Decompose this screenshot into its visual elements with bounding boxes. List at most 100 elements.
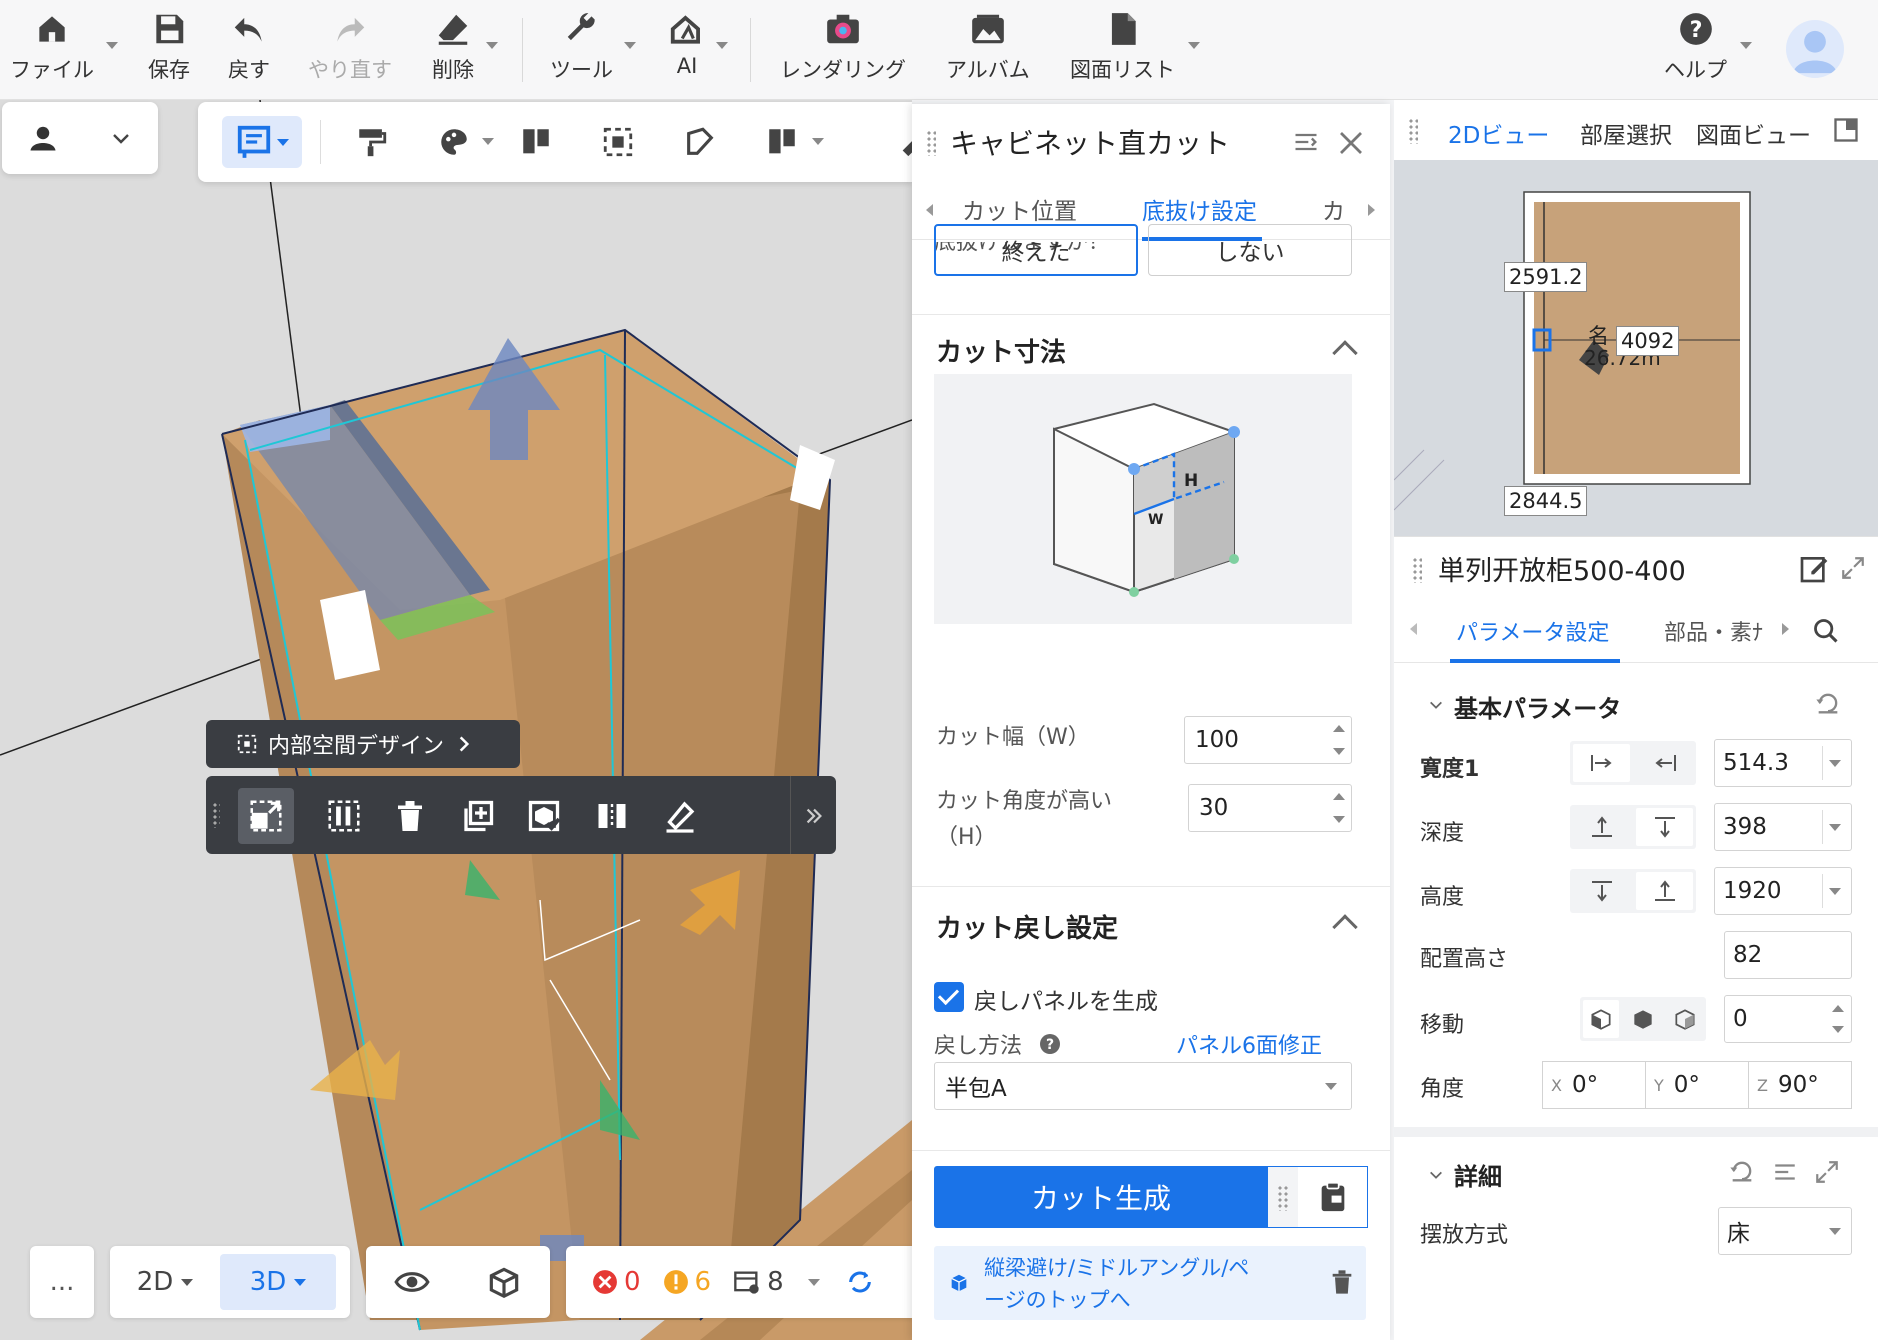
search-icon[interactable] bbox=[1812, 617, 1840, 645]
delete-button[interactable]: 削除 bbox=[432, 10, 474, 84]
paint-roller-tool[interactable] bbox=[346, 116, 398, 168]
expand-icon[interactable] bbox=[1814, 1159, 1840, 1185]
collapse-section-icon[interactable] bbox=[1332, 340, 1358, 366]
tab-cut-position[interactable]: カット位置 bbox=[962, 192, 1077, 226]
tab-drawing-view[interactable]: 図面ビュー bbox=[1696, 116, 1811, 150]
caret-down-icon[interactable] bbox=[1829, 760, 1841, 767]
cabinet-select-tool[interactable] bbox=[222, 116, 302, 168]
help-button[interactable]: ? ヘルプ bbox=[1664, 10, 1727, 84]
anchor-front-button[interactable] bbox=[1573, 808, 1630, 846]
chevron-down-icon[interactable] bbox=[1428, 1167, 1444, 1183]
drawing-list-caret-icon[interactable] bbox=[1188, 42, 1200, 49]
placement-select[interactable]: 床 bbox=[1718, 1207, 1852, 1255]
height-anchor-toggle[interactable] bbox=[1570, 869, 1696, 913]
album-button[interactable]: アルバム bbox=[946, 10, 1030, 84]
width-anchor-toggle[interactable] bbox=[1570, 741, 1696, 785]
help-note[interactable]: 縦梁避け/ミドルアングル/ペ ージのトップへ bbox=[934, 1246, 1366, 1320]
scale-tool-button[interactable] bbox=[238, 788, 294, 844]
edge-band-tool[interactable] bbox=[674, 116, 726, 168]
drawing-list-button[interactable]: 図面リスト bbox=[1070, 10, 1175, 84]
rendering-button[interactable]: レンダリング bbox=[780, 10, 906, 84]
width-input[interactable]: 514.3 bbox=[1714, 739, 1852, 787]
collapse-section-icon[interactable] bbox=[1332, 914, 1358, 940]
redo-button[interactable]: やり直す bbox=[308, 10, 392, 84]
eye-icon[interactable] bbox=[393, 1263, 431, 1301]
move-axis-toggle[interactable] bbox=[1580, 997, 1706, 1041]
trash-icon[interactable] bbox=[1328, 1268, 1356, 1296]
tab-room-select[interactable]: 部屋選択 bbox=[1580, 116, 1672, 150]
return-method-select[interactable]: 半包A bbox=[934, 1062, 1352, 1110]
generate-cut-button[interactable]: カット生成 bbox=[934, 1166, 1268, 1228]
move-input[interactable]: 0 bbox=[1724, 995, 1852, 1043]
clipboard-button[interactable] bbox=[1298, 1166, 1368, 1228]
panel-split-button[interactable] bbox=[316, 788, 372, 844]
depth-anchor-toggle[interactable] bbox=[1570, 805, 1696, 849]
angle-z-input[interactable]: Z 90° bbox=[1748, 1061, 1852, 1109]
inner-space-design-button[interactable]: 内部空間デザイン bbox=[206, 720, 520, 768]
cube-icon[interactable] bbox=[485, 1263, 523, 1301]
ai-caret-icon[interactable] bbox=[716, 42, 728, 49]
door-tool[interactable] bbox=[756, 116, 808, 168]
delete-caret-icon[interactable] bbox=[486, 42, 498, 49]
close-icon[interactable] bbox=[1336, 128, 1366, 158]
option-done-button[interactable]: 終えた bbox=[934, 224, 1138, 276]
caret-down-icon[interactable] bbox=[1829, 888, 1841, 895]
list-settings-icon[interactable] bbox=[1772, 1159, 1798, 1185]
anchor-top-button[interactable] bbox=[1573, 872, 1630, 910]
button-split-handle[interactable] bbox=[1268, 1166, 1298, 1228]
edit-icon[interactable] bbox=[1798, 553, 1830, 585]
view-3d-button[interactable]: 3D bbox=[220, 1254, 336, 1310]
angle-x-input[interactable]: X 0° bbox=[1542, 1061, 1646, 1109]
reset-icon[interactable] bbox=[1814, 689, 1842, 717]
ai-button[interactable]: AI bbox=[668, 10, 706, 78]
stepper-icon[interactable] bbox=[1329, 721, 1347, 759]
option-none-button[interactable]: しない bbox=[1148, 224, 1352, 276]
cut-width-input[interactable]: 100 bbox=[1184, 716, 1352, 764]
duplicate-button[interactable] bbox=[450, 788, 506, 844]
inner-space-tool[interactable] bbox=[592, 116, 644, 168]
tab-parts-materials[interactable]: 部品・素ﾅ bbox=[1664, 615, 1763, 647]
cut-height-input[interactable]: 30 bbox=[1188, 784, 1352, 832]
more-button[interactable]: ... bbox=[30, 1246, 94, 1318]
expand-icon[interactable] bbox=[1840, 555, 1866, 581]
move-y-button[interactable] bbox=[1625, 1000, 1661, 1038]
tab-scroll-right-icon[interactable] bbox=[1782, 623, 1789, 635]
warning-count[interactable]: 6 bbox=[663, 1267, 711, 1297]
height-input[interactable]: 1920 bbox=[1714, 867, 1852, 915]
tab-scroll-left-icon[interactable] bbox=[1410, 623, 1417, 635]
tab-bottom-through[interactable]: 底抜け設定 bbox=[1142, 192, 1257, 226]
split-panel-tool[interactable] bbox=[510, 116, 562, 168]
error-count[interactable]: 0 bbox=[592, 1267, 641, 1297]
panel-fix-link[interactable]: パネル6面修正 bbox=[1176, 1028, 1322, 1060]
file-menu-button[interactable]: ファイル bbox=[10, 10, 94, 84]
move-z-button[interactable] bbox=[1667, 1000, 1703, 1038]
anchor-back-button[interactable] bbox=[1636, 808, 1693, 846]
brush-apply-button[interactable] bbox=[652, 788, 708, 844]
stepper-icon[interactable] bbox=[1329, 789, 1347, 827]
tab-2d-view[interactable]: 2Dビュー bbox=[1448, 116, 1549, 150]
anchor-bottom-button[interactable] bbox=[1636, 872, 1693, 910]
user-selector[interactable] bbox=[2, 102, 158, 174]
depth-input[interactable]: 398 bbox=[1714, 803, 1852, 851]
avatar[interactable] bbox=[1786, 20, 1844, 78]
item-count[interactable]: 8 bbox=[733, 1267, 784, 1297]
tab-parameter-settings[interactable]: パラメータ設定 bbox=[1456, 615, 1609, 647]
tools-caret-icon[interactable] bbox=[624, 42, 636, 49]
angle-y-input[interactable]: Y 0° bbox=[1645, 1061, 1749, 1109]
distribute-button[interactable] bbox=[584, 788, 640, 844]
undo-button[interactable]: 戻す bbox=[228, 10, 270, 84]
expand-toolbar-button[interactable] bbox=[796, 788, 832, 844]
help-caret-icon[interactable] bbox=[1740, 42, 1752, 49]
view-2d-button[interactable]: 2D bbox=[110, 1254, 220, 1310]
save-button[interactable]: 保存 bbox=[148, 10, 190, 84]
anchor-left-button[interactable] bbox=[1573, 744, 1630, 782]
place-height-input[interactable]: 82 bbox=[1724, 931, 1852, 979]
generate-return-panel-checkbox[interactable] bbox=[934, 982, 964, 1012]
brush-tool[interactable] bbox=[888, 116, 912, 168]
delete-object-button[interactable] bbox=[382, 788, 438, 844]
verify-button[interactable] bbox=[516, 788, 572, 844]
chevron-down-icon[interactable] bbox=[1428, 697, 1444, 713]
tab-cut-more[interactable]: カ bbox=[1322, 192, 1345, 226]
stepper-icon[interactable] bbox=[1829, 1000, 1847, 1038]
reset-icon[interactable] bbox=[1728, 1157, 1756, 1185]
